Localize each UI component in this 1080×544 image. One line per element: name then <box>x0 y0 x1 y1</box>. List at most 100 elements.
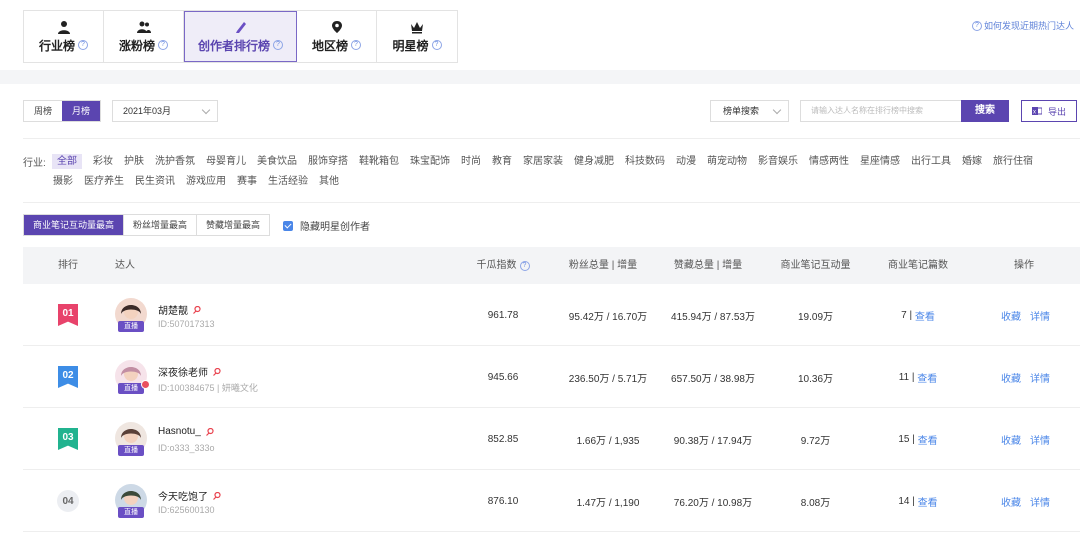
tab-creator-ranking[interactable]: 创作者排行榜? <box>184 11 297 62</box>
industry-chip[interactable]: 婚嫁 <box>962 154 982 169</box>
industry-chip[interactable]: 科技数码 <box>625 154 665 169</box>
search-input[interactable]: 请输入达人名称在排行榜中搜索 <box>800 100 961 122</box>
industry-chip[interactable]: 情感两性 <box>809 154 849 169</box>
collect-link[interactable]: 收藏 <box>1001 370 1021 385</box>
help-icon[interactable]: ? <box>158 40 168 50</box>
avatar[interactable]: 直播 <box>115 484 147 518</box>
pin-icon[interactable] <box>193 305 201 314</box>
metric-tab-likes[interactable]: 赞藏增量最高 <box>197 215 269 235</box>
export-button[interactable]: x 导出 <box>1021 100 1077 122</box>
industry-chip[interactable]: 游戏应用 <box>186 174 226 189</box>
industry-chip[interactable]: 母婴育儿 <box>206 154 246 169</box>
industry-chip[interactable]: 鞋靴箱包 <box>359 154 399 169</box>
industry-chip[interactable]: 护肤 <box>124 154 144 169</box>
month-select[interactable]: 2021年03月 <box>112 100 218 122</box>
view-link[interactable]: 查看 <box>915 308 935 323</box>
ranking-tabs: 行业榜? 涨粉榜? 创作者排行榜? 地区榜? 明星榜? <box>23 10 458 63</box>
tab-label: 涨粉榜 <box>118 38 155 53</box>
industry-chip[interactable]: 摄影 <box>53 174 73 189</box>
industry-chip[interactable]: 健身减肥 <box>574 154 614 169</box>
industry-chip[interactable]: 洗护香氛 <box>155 154 195 169</box>
view-link[interactable]: 查看 <box>917 370 937 385</box>
notes-count: 15 | <box>898 433 915 445</box>
collect-link[interactable]: 收藏 <box>1001 432 1021 447</box>
ops-cell: 收藏 详情 <box>1001 284 1059 346</box>
pin-icon[interactable] <box>205 427 214 436</box>
index-cell: 876.10 <box>487 495 519 507</box>
talent-name-wrap[interactable]: 胡楚靓 <box>158 302 201 317</box>
avatar[interactable]: 直播 <box>115 360 150 394</box>
index-cell: 945.66 <box>487 371 519 383</box>
search-scope-select[interactable]: 榜单搜索 <box>710 100 789 122</box>
industry-chip[interactable]: 其他 <box>319 174 339 189</box>
industry-chip[interactable]: 时尚 <box>461 154 481 169</box>
talent-id: ID:625600130 <box>158 505 215 515</box>
hide-star-checkbox[interactable] <box>283 220 293 231</box>
industry-chip[interactable]: 生活经验 <box>268 174 308 189</box>
metric-tabs: 商业笔记互动量最高 粉丝增量最高 赞藏增量最高 <box>23 214 271 236</box>
industry-chip[interactable]: 影音娱乐 <box>758 154 798 169</box>
industry-chip[interactable]: 民生资讯 <box>135 174 175 189</box>
industry-chip[interactable]: 家居家装 <box>523 154 563 169</box>
help-link-text: 如何发现近期热门达人 <box>983 21 1074 31</box>
avatar[interactable]: 直播 <box>115 422 147 456</box>
detail-link[interactable]: 详情 <box>1030 308 1050 323</box>
header-interaction: 商业笔记互动量 <box>780 260 851 271</box>
tab-fans-growth[interactable]: 涨粉榜? <box>104 11 184 62</box>
weekly-button[interactable]: 周榜 <box>24 101 62 121</box>
fans-cell: 1.47万 / 1,190 <box>576 497 640 509</box>
view-link[interactable]: 查看 <box>918 494 938 509</box>
metric-tab-interaction[interactable]: 商业笔记互动量最高 <box>24 215 125 235</box>
talent-name-wrap[interactable]: 深夜徐老师 <box>158 364 221 379</box>
avatar[interactable]: 直播 <box>115 298 147 332</box>
tab-star[interactable]: 明星榜? <box>377 11 457 62</box>
detail-link[interactable]: 详情 <box>1030 370 1050 385</box>
industry-chip[interactable]: 全部 <box>52 154 82 169</box>
monthly-button[interactable]: 月榜 <box>62 101 100 121</box>
likes-cell: 76.20万 / 10.98万 <box>673 497 753 509</box>
talent-name-wrap[interactable]: 今天吃饱了 <box>158 488 221 503</box>
industry-chip[interactable]: 美食饮品 <box>257 154 297 169</box>
help-icon[interactable]: ? <box>519 260 530 271</box>
interaction-cell: 10.36万 <box>797 373 834 385</box>
hide-star-toggle[interactable]: 隐藏明星创作者 <box>283 218 370 233</box>
table-row: 02 直播 深夜徐老师 ID:100384675 | 妍曦文化 945.66 2… <box>23 346 1080 408</box>
location-icon <box>331 20 342 33</box>
collect-link[interactable]: 收藏 <box>1001 494 1021 509</box>
detail-link[interactable]: 详情 <box>1030 432 1050 447</box>
help-icon[interactable]: ? <box>78 40 88 50</box>
pin-icon[interactable] <box>213 491 221 500</box>
metric-tab-fans[interactable]: 粉丝增量最高 <box>124 215 198 235</box>
rank-cell: 02 <box>23 346 113 408</box>
pin-icon[interactable] <box>213 367 221 376</box>
industry-chip[interactable]: 出行工具 <box>911 154 951 169</box>
tab-region[interactable]: 地区榜? <box>297 11 377 62</box>
help-icon[interactable]: ? <box>351 40 361 50</box>
view-link[interactable]: 查看 <box>918 432 938 447</box>
rank-badge: 04 <box>57 490 79 512</box>
tab-label: 创作者排行榜 <box>197 38 270 53</box>
help-icon[interactable]: ? <box>273 40 283 50</box>
excel-icon: x <box>1031 107 1042 116</box>
interaction-cell: 8.08万 <box>800 497 831 509</box>
industry-chip[interactable]: 动漫 <box>676 154 696 169</box>
divider <box>23 138 1080 139</box>
industry-chip[interactable]: 萌宠动物 <box>707 154 747 169</box>
top-bar: 行业榜? 涨粉榜? 创作者排行榜? 地区榜? 明星榜? ? 如何发现近期热门达人 <box>0 0 1080 70</box>
industry-chip[interactable]: 星座情感 <box>860 154 900 169</box>
detail-link[interactable]: 详情 <box>1030 494 1050 509</box>
search-button[interactable]: 搜索 <box>961 100 1009 122</box>
industry-chip[interactable]: 旅行住宿 <box>993 154 1033 169</box>
collect-link[interactable]: 收藏 <box>1001 308 1021 323</box>
industry-chip[interactable]: 服饰穿搭 <box>308 154 348 169</box>
industry-chip[interactable]: 赛事 <box>237 174 257 189</box>
help-link[interactable]: ? 如何发现近期热门达人 <box>971 19 1074 32</box>
industry-chip[interactable]: 彩妆 <box>93 154 113 169</box>
industry-chip[interactable]: 医疗养生 <box>84 174 124 189</box>
industry-chip[interactable]: 教育 <box>492 154 512 169</box>
industry-chip[interactable]: 珠宝配饰 <box>410 154 450 169</box>
tab-label: 行业榜 <box>38 38 75 53</box>
tab-industry[interactable]: 行业榜? <box>24 11 104 62</box>
help-icon[interactable]: ? <box>431 40 442 50</box>
talent-name-wrap[interactable]: Hasnotu_ <box>158 426 214 437</box>
